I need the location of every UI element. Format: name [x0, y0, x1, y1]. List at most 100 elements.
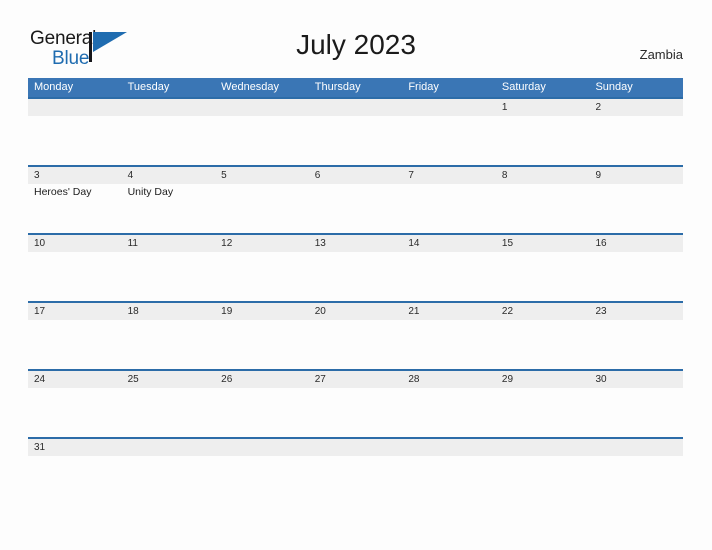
- day-number[interactable]: 9: [589, 167, 683, 184]
- day-number[interactable]: 17: [28, 303, 122, 320]
- day-cell[interactable]: [402, 388, 496, 437]
- day-number[interactable]: 15: [496, 235, 590, 252]
- day-number[interactable]: 13: [309, 235, 403, 252]
- day-cell[interactable]: Unity Day: [122, 184, 216, 233]
- calendar-week-row: 24 25 26 27 28 29 30: [28, 369, 683, 437]
- day-cell[interactable]: [122, 320, 216, 369]
- day-number[interactable]: [402, 439, 496, 456]
- day-cell[interactable]: [122, 116, 216, 165]
- day-cell[interactable]: [589, 456, 683, 505]
- day-number[interactable]: 22: [496, 303, 590, 320]
- week-date-band: 24 25 26 27 28 29 30: [28, 371, 683, 388]
- calendar-week-row: 10 11 12 13 14 15 16: [28, 233, 683, 301]
- day-number[interactable]: 6: [309, 167, 403, 184]
- day-number[interactable]: 21: [402, 303, 496, 320]
- day-cell[interactable]: [589, 184, 683, 233]
- day-number[interactable]: 3: [28, 167, 122, 184]
- day-cell[interactable]: [122, 252, 216, 301]
- week-date-band: 31: [28, 439, 683, 456]
- day-cell[interactable]: [122, 456, 216, 505]
- day-cell[interactable]: [215, 184, 309, 233]
- day-number[interactable]: [589, 439, 683, 456]
- day-cell[interactable]: [309, 388, 403, 437]
- day-number[interactable]: 18: [122, 303, 216, 320]
- day-number[interactable]: [122, 99, 216, 116]
- day-number[interactable]: [215, 99, 309, 116]
- day-cell[interactable]: [28, 116, 122, 165]
- calendar-week-row: 3 4 5 6 7 8 9 Heroes' Day Unity Day: [28, 165, 683, 233]
- day-number[interactable]: 4: [122, 167, 216, 184]
- day-cell[interactable]: [589, 116, 683, 165]
- week-event-band: [28, 252, 683, 301]
- week-date-band: 17 18 19 20 21 22 23: [28, 303, 683, 320]
- day-cell[interactable]: [589, 320, 683, 369]
- day-cell[interactable]: [215, 320, 309, 369]
- day-number[interactable]: 12: [215, 235, 309, 252]
- day-cell[interactable]: [402, 456, 496, 505]
- day-cell[interactable]: [28, 456, 122, 505]
- week-date-band: 1 2: [28, 99, 683, 116]
- day-cell[interactable]: [309, 456, 403, 505]
- day-number[interactable]: 25: [122, 371, 216, 388]
- day-cell[interactable]: [496, 456, 590, 505]
- day-number[interactable]: 27: [309, 371, 403, 388]
- day-number[interactable]: [309, 439, 403, 456]
- day-cell[interactable]: [215, 456, 309, 505]
- day-number[interactable]: 30: [589, 371, 683, 388]
- day-number[interactable]: 1: [496, 99, 590, 116]
- day-cell[interactable]: [309, 184, 403, 233]
- day-number[interactable]: 2: [589, 99, 683, 116]
- day-number[interactable]: 8: [496, 167, 590, 184]
- weekday-header-monday: Monday: [34, 81, 74, 93]
- day-cell[interactable]: [215, 116, 309, 165]
- day-cell[interactable]: [309, 252, 403, 301]
- day-cell[interactable]: [122, 388, 216, 437]
- weekday-header-row: Monday Tuesday Wednesday Thursday Friday…: [28, 78, 683, 97]
- day-number[interactable]: 20: [309, 303, 403, 320]
- day-cell[interactable]: [496, 320, 590, 369]
- calendar-grid: Monday Tuesday Wednesday Thursday Friday…: [28, 78, 683, 505]
- day-number[interactable]: [215, 439, 309, 456]
- day-cell[interactable]: [309, 116, 403, 165]
- calendar-week-row: 31: [28, 437, 683, 505]
- day-number[interactable]: 7: [402, 167, 496, 184]
- day-cell[interactable]: [496, 116, 590, 165]
- day-cell[interactable]: [589, 388, 683, 437]
- day-number[interactable]: 23: [589, 303, 683, 320]
- day-number[interactable]: [309, 99, 403, 116]
- day-cell[interactable]: [402, 184, 496, 233]
- day-number[interactable]: 14: [402, 235, 496, 252]
- day-cell[interactable]: [402, 320, 496, 369]
- day-number[interactable]: [402, 99, 496, 116]
- day-number[interactable]: [122, 439, 216, 456]
- day-cell[interactable]: [496, 252, 590, 301]
- day-number[interactable]: 24: [28, 371, 122, 388]
- day-number[interactable]: [28, 99, 122, 116]
- day-cell[interactable]: [28, 252, 122, 301]
- day-cell[interactable]: [215, 388, 309, 437]
- day-cell[interactable]: [402, 252, 496, 301]
- day-cell[interactable]: [215, 252, 309, 301]
- day-number[interactable]: 5: [215, 167, 309, 184]
- week-event-band: [28, 388, 683, 437]
- calendar-page: General Blue July 2023 Zambia Monday Tue…: [0, 0, 712, 550]
- day-cell[interactable]: [309, 320, 403, 369]
- country-label: Zambia: [639, 47, 683, 62]
- day-cell[interactable]: [496, 388, 590, 437]
- day-cell[interactable]: [589, 252, 683, 301]
- day-cell[interactable]: Heroes' Day: [28, 184, 122, 233]
- day-number[interactable]: 28: [402, 371, 496, 388]
- day-cell[interactable]: [28, 388, 122, 437]
- day-cell[interactable]: [28, 320, 122, 369]
- day-number[interactable]: 11: [122, 235, 216, 252]
- day-number[interactable]: 29: [496, 371, 590, 388]
- day-number[interactable]: 10: [28, 235, 122, 252]
- day-number[interactable]: 31: [28, 439, 122, 456]
- day-number[interactable]: 19: [215, 303, 309, 320]
- day-cell[interactable]: [496, 184, 590, 233]
- week-event-band: [28, 116, 683, 165]
- day-cell[interactable]: [402, 116, 496, 165]
- day-number[interactable]: 26: [215, 371, 309, 388]
- day-number[interactable]: 16: [589, 235, 683, 252]
- day-number[interactable]: [496, 439, 590, 456]
